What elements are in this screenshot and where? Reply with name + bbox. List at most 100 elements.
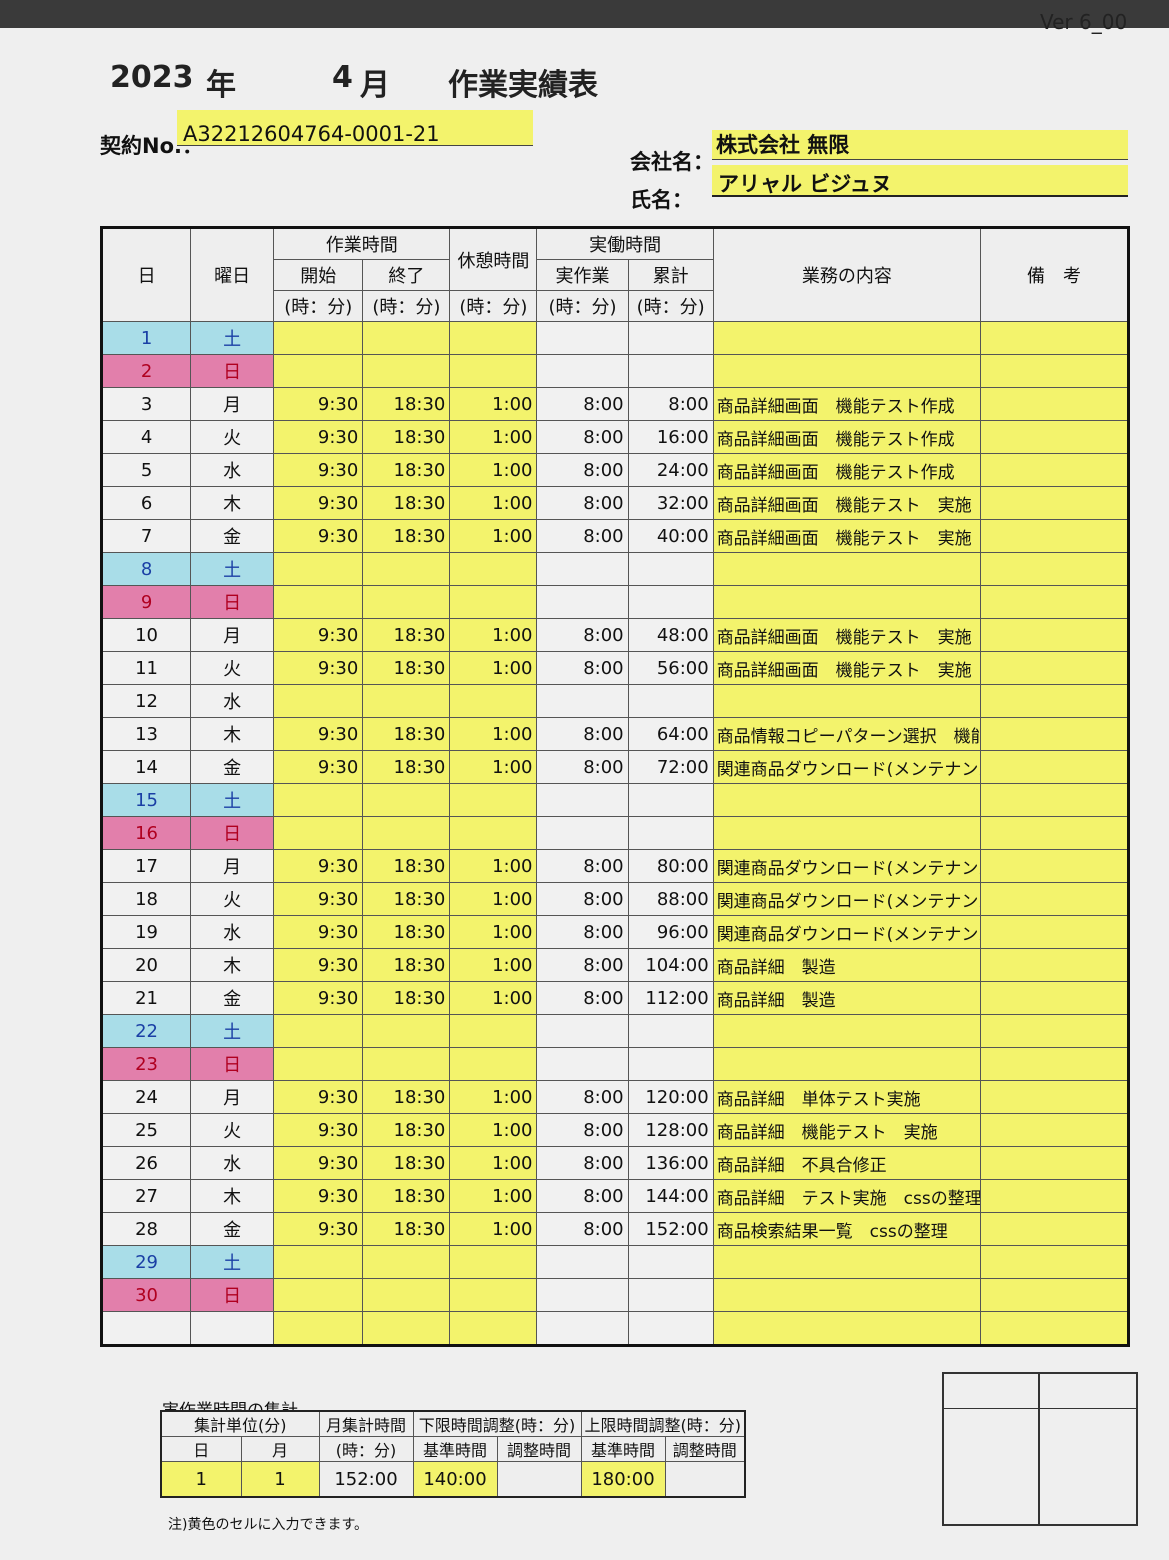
remarks-cell[interactable] bbox=[980, 849, 1129, 883]
remarks-cell[interactable] bbox=[980, 915, 1129, 949]
break-time-cell[interactable]: 1:00 bbox=[449, 981, 538, 1015]
start-time-cell[interactable]: 9:30 bbox=[273, 915, 364, 949]
task-content-cell[interactable]: 商品詳細 単体テスト実施 bbox=[712, 1080, 982, 1114]
end-time-cell[interactable] bbox=[362, 321, 451, 355]
start-time-cell[interactable] bbox=[273, 783, 364, 817]
task-content-cell[interactable]: 商品詳細画面 機能テスト作成 bbox=[712, 420, 982, 454]
start-time-cell[interactable] bbox=[273, 684, 364, 718]
task-content-cell[interactable]: 商品詳細 テスト実施 cssの整理 bbox=[712, 1179, 982, 1213]
end-time-cell[interactable] bbox=[362, 1311, 451, 1346]
break-time-cell[interactable]: 1:00 bbox=[449, 387, 538, 421]
end-time-cell[interactable]: 18:30 bbox=[362, 387, 451, 421]
remarks-cell[interactable] bbox=[980, 420, 1129, 454]
break-time-cell[interactable]: 1:00 bbox=[449, 651, 538, 685]
break-time-cell[interactable]: 1:00 bbox=[449, 717, 538, 751]
end-time-cell[interactable] bbox=[362, 552, 451, 586]
remarks-cell[interactable] bbox=[980, 1311, 1129, 1346]
start-time-cell[interactable]: 9:30 bbox=[273, 420, 364, 454]
task-content-cell[interactable]: 関連商品ダウンロード(メンテナンス用)機能テスト bbox=[712, 915, 982, 949]
start-time-cell[interactable]: 9:30 bbox=[273, 981, 364, 1015]
task-content-cell[interactable]: 商品詳細画面 機能テスト作成 bbox=[712, 453, 982, 487]
break-time-cell[interactable]: 1:00 bbox=[449, 1212, 538, 1246]
start-time-cell[interactable]: 9:30 bbox=[273, 387, 364, 421]
start-time-cell[interactable]: 9:30 bbox=[273, 1080, 364, 1114]
end-time-cell[interactable] bbox=[362, 816, 451, 850]
break-time-cell[interactable]: 1:00 bbox=[449, 1179, 538, 1213]
break-time-cell[interactable]: 1:00 bbox=[449, 948, 538, 982]
end-time-cell[interactable]: 18:30 bbox=[362, 420, 451, 454]
end-time-cell[interactable]: 18:30 bbox=[362, 453, 451, 487]
start-time-cell[interactable] bbox=[273, 816, 364, 850]
end-time-cell[interactable] bbox=[362, 354, 451, 388]
remarks-cell[interactable] bbox=[980, 1245, 1129, 1279]
end-time-cell[interactable]: 18:30 bbox=[362, 1212, 451, 1246]
start-time-cell[interactable]: 9:30 bbox=[273, 486, 364, 520]
task-content-cell[interactable]: 商品情報コピーパターン選択 機能テスト bbox=[712, 717, 982, 751]
break-time-cell[interactable]: 1:00 bbox=[449, 1146, 538, 1180]
remarks-cell[interactable] bbox=[980, 1113, 1129, 1147]
remarks-cell[interactable] bbox=[980, 354, 1129, 388]
start-time-cell[interactable]: 9:30 bbox=[273, 1146, 364, 1180]
task-content-cell[interactable] bbox=[712, 1245, 982, 1279]
task-content-cell[interactable] bbox=[712, 1047, 982, 1081]
end-time-cell[interactable]: 18:30 bbox=[362, 618, 451, 652]
end-time-cell[interactable]: 18:30 bbox=[362, 519, 451, 553]
end-time-cell[interactable] bbox=[362, 783, 451, 817]
task-content-cell[interactable]: 関連商品ダウンロード(メンテナンス用)機能テスト bbox=[712, 882, 982, 916]
remarks-cell[interactable] bbox=[980, 948, 1129, 982]
task-content-cell[interactable]: 商品詳細 製造 bbox=[712, 948, 982, 982]
task-content-cell[interactable] bbox=[712, 552, 982, 586]
task-content-cell[interactable]: 商品詳細画面 機能テスト作成 bbox=[712, 387, 982, 421]
end-time-cell[interactable]: 18:30 bbox=[362, 486, 451, 520]
break-time-cell[interactable] bbox=[449, 783, 538, 817]
remarks-cell[interactable] bbox=[980, 1047, 1129, 1081]
end-time-cell[interactable]: 18:30 bbox=[362, 717, 451, 751]
summary-unit-month-field[interactable]: 1 bbox=[240, 1461, 320, 1498]
remarks-cell[interactable] bbox=[980, 387, 1129, 421]
remarks-cell[interactable] bbox=[980, 618, 1129, 652]
start-time-cell[interactable] bbox=[273, 1311, 364, 1346]
remarks-cell[interactable] bbox=[980, 519, 1129, 553]
task-content-cell[interactable] bbox=[712, 321, 982, 355]
remarks-cell[interactable] bbox=[980, 816, 1129, 850]
end-time-cell[interactable]: 18:30 bbox=[362, 981, 451, 1015]
end-time-cell[interactable]: 18:30 bbox=[362, 849, 451, 883]
start-time-cell[interactable]: 9:30 bbox=[273, 519, 364, 553]
task-content-cell[interactable]: 商品詳細 製造 bbox=[712, 981, 982, 1015]
end-time-cell[interactable]: 18:30 bbox=[362, 750, 451, 784]
task-content-cell[interactable]: 商品詳細画面 機能テスト 実施 bbox=[712, 618, 982, 652]
break-time-cell[interactable]: 1:00 bbox=[449, 750, 538, 784]
end-time-cell[interactable]: 18:30 bbox=[362, 1080, 451, 1114]
break-time-cell[interactable] bbox=[449, 1311, 538, 1346]
end-time-cell[interactable] bbox=[362, 585, 451, 619]
end-time-cell[interactable]: 18:30 bbox=[362, 1179, 451, 1213]
remarks-cell[interactable] bbox=[980, 1278, 1129, 1312]
remarks-cell[interactable] bbox=[980, 783, 1129, 817]
task-content-cell[interactable]: 関連商品ダウンロード(メンテナンス用)機能テスト bbox=[712, 750, 982, 784]
remarks-cell[interactable] bbox=[980, 1212, 1129, 1246]
remarks-cell[interactable] bbox=[980, 1179, 1129, 1213]
end-time-cell[interactable]: 18:30 bbox=[362, 651, 451, 685]
break-time-cell[interactable]: 1:00 bbox=[449, 453, 538, 487]
task-content-cell[interactable] bbox=[712, 585, 982, 619]
company-name-field[interactable]: 株式会社 無限 bbox=[712, 130, 1128, 160]
end-time-cell[interactable]: 18:30 bbox=[362, 882, 451, 916]
task-content-cell[interactable] bbox=[712, 1278, 982, 1312]
year-value[interactable]: 2023 bbox=[110, 60, 194, 95]
start-time-cell[interactable]: 9:30 bbox=[273, 849, 364, 883]
end-time-cell[interactable] bbox=[362, 1278, 451, 1312]
remarks-cell[interactable] bbox=[980, 1146, 1129, 1180]
start-time-cell[interactable] bbox=[273, 321, 364, 355]
end-time-cell[interactable] bbox=[362, 1014, 451, 1048]
task-content-cell[interactable] bbox=[712, 783, 982, 817]
end-time-cell[interactable] bbox=[362, 1047, 451, 1081]
task-content-cell[interactable] bbox=[712, 1014, 982, 1048]
break-time-cell[interactable] bbox=[449, 684, 538, 718]
task-content-cell[interactable]: 関連商品ダウンロード(メンテナンス用)機能テスト bbox=[712, 849, 982, 883]
end-time-cell[interactable]: 18:30 bbox=[362, 915, 451, 949]
start-time-cell[interactable] bbox=[273, 354, 364, 388]
start-time-cell[interactable]: 9:30 bbox=[273, 1212, 364, 1246]
remarks-cell[interactable] bbox=[980, 453, 1129, 487]
start-time-cell[interactable]: 9:30 bbox=[273, 1113, 364, 1147]
break-time-cell[interactable]: 1:00 bbox=[449, 519, 538, 553]
